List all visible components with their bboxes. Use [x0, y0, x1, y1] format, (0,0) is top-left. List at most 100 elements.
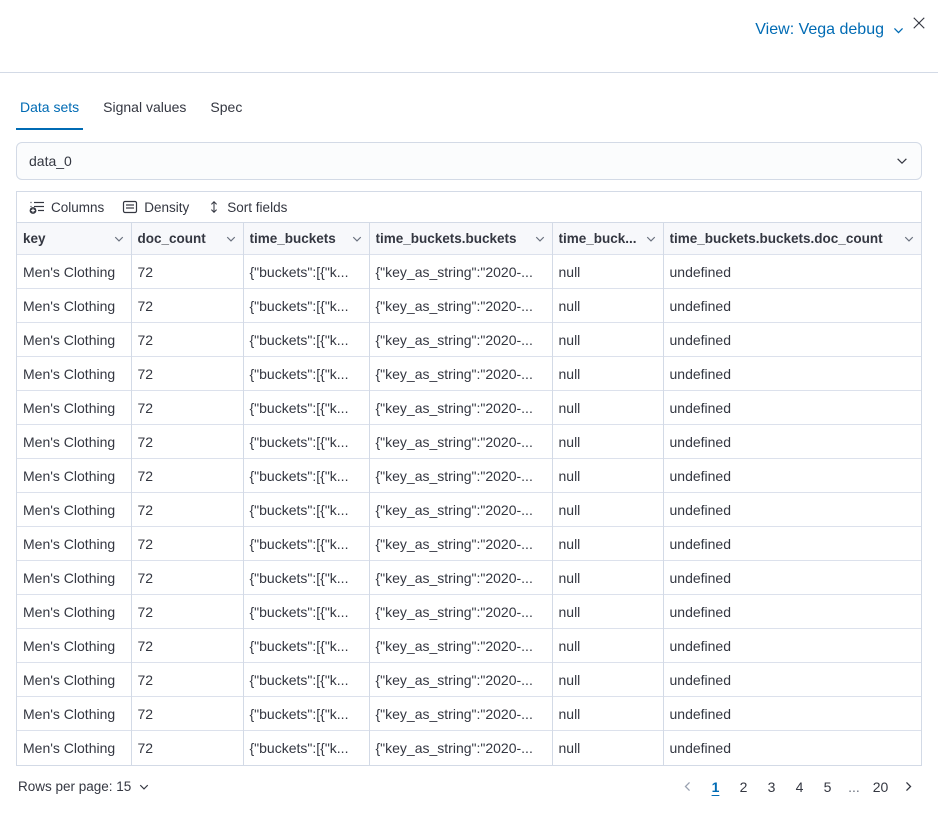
grid-cell[interactable]: Men's Clothing [17, 595, 131, 629]
grid-cell[interactable]: {"key_as_string":"2020-... [369, 731, 552, 765]
grid-cell[interactable]: 72 [131, 289, 243, 323]
grid-cell[interactable]: Men's Clothing [17, 425, 131, 459]
grid-cell[interactable]: {"buckets":[{"k... [243, 391, 369, 425]
grid-cell[interactable]: {"key_as_string":"2020-... [369, 391, 552, 425]
grid-cell[interactable]: null [552, 697, 663, 731]
grid-cell[interactable]: null [552, 629, 663, 663]
grid-cell[interactable]: Men's Clothing [17, 357, 131, 391]
close-button[interactable] [908, 12, 930, 34]
grid-cell[interactable]: Men's Clothing [17, 629, 131, 663]
grid-cell[interactable]: {"key_as_string":"2020-... [369, 425, 552, 459]
grid-cell[interactable]: null [552, 493, 663, 527]
grid-cell[interactable]: {"buckets":[{"k... [243, 459, 369, 493]
grid-cell[interactable]: Men's Clothing [17, 527, 131, 561]
grid-cell[interactable]: {"buckets":[{"k... [243, 595, 369, 629]
grid-cell[interactable]: {"key_as_string":"2020-... [369, 629, 552, 663]
grid-cell[interactable]: Men's Clothing [17, 561, 131, 595]
grid-cell[interactable]: 72 [131, 629, 243, 663]
grid-cell[interactable]: null [552, 561, 663, 595]
grid-cell[interactable]: null [552, 459, 663, 493]
grid-cell[interactable]: null [552, 289, 663, 323]
sort-fields-button[interactable]: Sort fields [201, 196, 293, 219]
grid-cell[interactable]: 72 [131, 527, 243, 561]
grid-cell[interactable]: {"buckets":[{"k... [243, 663, 369, 697]
grid-cell[interactable]: 72 [131, 323, 243, 357]
grid-cell[interactable]: undefined [663, 289, 921, 323]
grid-cell[interactable]: {"buckets":[{"k... [243, 731, 369, 765]
grid-cell[interactable]: undefined [663, 561, 921, 595]
grid-cell[interactable]: {"buckets":[{"k... [243, 425, 369, 459]
page-button-20[interactable]: 20 [867, 773, 894, 800]
grid-cell[interactable]: 72 [131, 561, 243, 595]
grid-cell[interactable]: undefined [663, 731, 921, 765]
grid-cell[interactable]: {"key_as_string":"2020-... [369, 289, 552, 323]
column-header-time-buckets[interactable]: time_buckets [243, 223, 369, 255]
grid-cell[interactable]: {"key_as_string":"2020-... [369, 561, 552, 595]
grid-cell[interactable]: {"key_as_string":"2020-... [369, 595, 552, 629]
grid-cell[interactable]: undefined [663, 357, 921, 391]
grid-cell[interactable]: undefined [663, 459, 921, 493]
grid-cell[interactable]: {"buckets":[{"k... [243, 357, 369, 391]
grid-cell[interactable]: 72 [131, 255, 243, 289]
grid-cell[interactable]: {"buckets":[{"k... [243, 527, 369, 561]
density-button[interactable]: Density [116, 195, 195, 219]
grid-cell[interactable]: {"key_as_string":"2020-... [369, 255, 552, 289]
tab-data-sets[interactable]: Data sets [16, 95, 83, 130]
grid-cell[interactable]: null [552, 357, 663, 391]
grid-cell[interactable]: Men's Clothing [17, 697, 131, 731]
page-button-3[interactable]: 3 [758, 773, 785, 800]
grid-cell[interactable]: null [552, 425, 663, 459]
tab-signal-values[interactable]: Signal values [99, 95, 190, 130]
previous-page-button[interactable] [674, 773, 701, 800]
grid-cell[interactable]: 72 [131, 731, 243, 765]
grid-cell[interactable]: null [552, 255, 663, 289]
grid-cell[interactable]: {"buckets":[{"k... [243, 493, 369, 527]
grid-cell[interactable]: {"key_as_string":"2020-... [369, 697, 552, 731]
grid-cell[interactable]: null [552, 323, 663, 357]
grid-cell[interactable]: {"key_as_string":"2020-... [369, 493, 552, 527]
next-page-button[interactable] [895, 773, 922, 800]
dataset-select[interactable]: data_0 [16, 142, 922, 180]
grid-cell[interactable]: {"buckets":[{"k... [243, 629, 369, 663]
page-button-1[interactable]: 1 [702, 773, 729, 800]
grid-cell[interactable]: Men's Clothing [17, 493, 131, 527]
grid-cell[interactable]: undefined [663, 255, 921, 289]
page-button-5[interactable]: 5 [814, 773, 841, 800]
grid-cell[interactable]: 72 [131, 697, 243, 731]
grid-cell[interactable]: Men's Clothing [17, 255, 131, 289]
grid-cell[interactable]: null [552, 731, 663, 765]
column-header-time-buckets-buckets-doc-count[interactable]: time_buckets.buckets.doc_count [663, 223, 921, 255]
column-header-time-buckets-buckets[interactable]: time_buckets.buckets [369, 223, 552, 255]
grid-cell[interactable]: Men's Clothing [17, 323, 131, 357]
grid-cell[interactable]: null [552, 391, 663, 425]
grid-cell[interactable]: Men's Clothing [17, 731, 131, 765]
page-button-2[interactable]: 2 [730, 773, 757, 800]
grid-cell[interactable]: 72 [131, 391, 243, 425]
grid-cell[interactable]: 72 [131, 425, 243, 459]
grid-cell[interactable]: 72 [131, 459, 243, 493]
grid-cell[interactable]: undefined [663, 527, 921, 561]
grid-cell[interactable]: 72 [131, 663, 243, 697]
page-button-4[interactable]: 4 [786, 773, 813, 800]
grid-cell[interactable]: {"key_as_string":"2020-... [369, 323, 552, 357]
grid-cell[interactable]: {"buckets":[{"k... [243, 561, 369, 595]
view-selector-button[interactable]: View: Vega debug [755, 21, 905, 39]
grid-cell[interactable]: 72 [131, 595, 243, 629]
grid-cell[interactable]: {"key_as_string":"2020-... [369, 357, 552, 391]
grid-cell[interactable]: {"buckets":[{"k... [243, 289, 369, 323]
grid-cell[interactable]: undefined [663, 493, 921, 527]
grid-cell[interactable]: undefined [663, 323, 921, 357]
grid-cell[interactable]: undefined [663, 391, 921, 425]
grid-cell[interactable]: {"key_as_string":"2020-... [369, 459, 552, 493]
grid-cell[interactable]: null [552, 527, 663, 561]
column-header-time-buck[interactable]: time_buck... [552, 223, 663, 255]
tab-spec[interactable]: Spec [206, 95, 246, 130]
grid-cell[interactable]: Men's Clothing [17, 391, 131, 425]
grid-cell[interactable]: undefined [663, 697, 921, 731]
columns-button[interactable]: Columns [23, 195, 110, 219]
grid-cell[interactable]: Men's Clothing [17, 459, 131, 493]
grid-cell[interactable]: 72 [131, 357, 243, 391]
grid-cell[interactable]: Men's Clothing [17, 289, 131, 323]
grid-cell[interactable]: 72 [131, 493, 243, 527]
grid-cell[interactable]: undefined [663, 595, 921, 629]
